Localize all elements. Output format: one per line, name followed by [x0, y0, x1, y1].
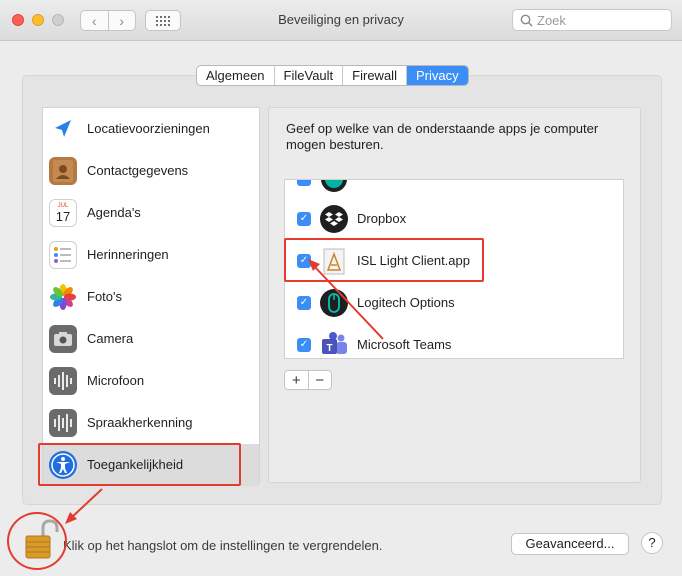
logitech-options-icon [319, 288, 349, 318]
tab-algemeen[interactable]: Algemeen [197, 66, 274, 85]
system-preferences-window: ‹ › Beveiliging en privacy Zoek Algemeen [0, 0, 682, 576]
annotation-box-isl-light [284, 238, 484, 282]
app-checkbox[interactable]: ✓ [297, 212, 311, 226]
svg-text:T: T [326, 343, 332, 354]
app-checkbox[interactable]: ✓ [297, 296, 311, 310]
sidebar-item-label: Herinneringen [87, 247, 169, 262]
help-button[interactable]: ? [641, 532, 663, 554]
privacy-description: Geef op welke van de onderstaande apps j… [286, 121, 599, 152]
arrowhead-lock [65, 512, 77, 524]
search-field[interactable]: Zoek [512, 9, 672, 31]
advanced-button[interactable]: Geavanceerd... [511, 533, 629, 555]
remove-app-button[interactable]: − [307, 371, 332, 389]
app-checkbox[interactable]: ✓ [297, 180, 311, 186]
app-label: Logitech Options [357, 295, 455, 310]
search-placeholder: Zoek [537, 13, 566, 28]
reminders-list-icon [49, 241, 77, 269]
contacts-book-icon [49, 157, 77, 185]
calendar-day-text: 17 [56, 209, 70, 224]
dropbox-icon [319, 204, 349, 234]
list-item[interactable]: ✓ T Microsoft Teams [285, 324, 623, 358]
annotation-circle-lock [7, 512, 67, 570]
tab-privacy[interactable]: Privacy [405, 66, 468, 85]
app-icon [319, 180, 349, 194]
app-label: Microsoft Teams [357, 337, 452, 352]
annotation-box-accessibility [38, 443, 241, 486]
camera-icon [49, 325, 77, 353]
privacy-category-list: Locatievoorzieningen Contactgegevens JUL… [42, 107, 260, 486]
photos-flower-icon [49, 283, 77, 311]
lock-instruction-text: Klik op het hangslot om de instellingen … [63, 538, 383, 553]
sidebar-item-label: Spraakherkenning [87, 415, 193, 430]
search-icon [520, 14, 533, 27]
microphone-waveform-icon [49, 367, 77, 395]
sidebar-item-reminders[interactable]: Herinneringen [43, 234, 259, 276]
tab-bar: Algemeen FileVault Firewall Privacy [196, 65, 469, 86]
sidebar-item-camera[interactable]: Camera [43, 318, 259, 360]
sidebar-item-location[interactable]: Locatievoorzieningen [43, 108, 259, 150]
sidebar-item-contacts[interactable]: Contactgegevens [43, 150, 259, 192]
list-item[interactable]: ✓ Logitech Options [285, 282, 623, 324]
list-item[interactable]: ✓ [285, 180, 623, 200]
sidebar-item-label: Contactgegevens [87, 163, 189, 178]
title-bar: ‹ › Beveiliging en privacy Zoek [0, 0, 682, 41]
app-label: Dropbox [357, 211, 407, 226]
sidebar-item-speech-recognition[interactable]: Spraakherkenning [43, 402, 259, 444]
tab-filevault[interactable]: FileVault [273, 66, 343, 85]
sidebar-item-calendars[interactable]: JUL 17 Agenda's [43, 192, 259, 234]
sidebar-item-label: Locatievoorzieningen [87, 121, 210, 136]
sidebar-item-label: Agenda's [87, 205, 141, 220]
speech-waveform-icon [49, 409, 77, 437]
microsoft-teams-icon: T [319, 330, 349, 358]
list-item[interactable]: ✓ Dropbox [285, 198, 623, 240]
calendar-icon: JUL 17 [49, 199, 77, 227]
sidebar-item-photos[interactable]: Foto's [43, 276, 259, 318]
add-remove-control: + − [284, 370, 332, 390]
sidebar-item-label: Foto's [87, 289, 122, 304]
sidebar-item-label: Microfoon [87, 373, 145, 388]
location-arrow-icon [49, 115, 77, 143]
sidebar-item-label: Camera [87, 331, 134, 346]
sidebar-item-microphone[interactable]: Microfoon [43, 360, 259, 402]
tab-firewall[interactable]: Firewall [342, 66, 406, 85]
add-app-button[interactable]: + [285, 371, 308, 389]
app-checkbox[interactable]: ✓ [297, 338, 311, 352]
